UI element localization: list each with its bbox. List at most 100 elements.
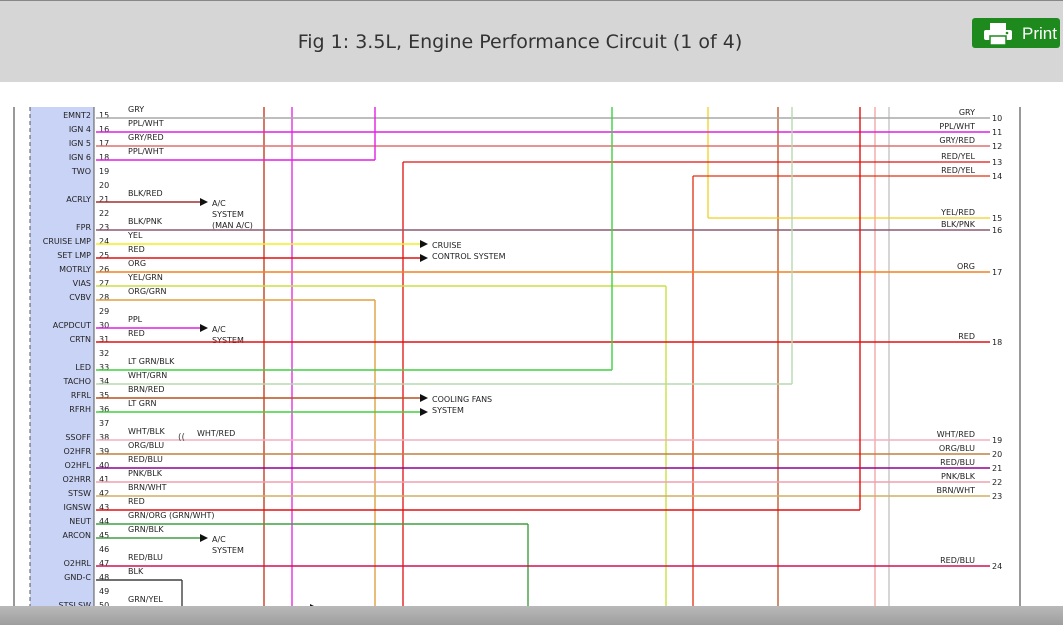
wire-color-label: GRY/RED — [128, 133, 164, 142]
destination-label: CONTROL SYSTEM — [432, 252, 506, 261]
destination-label: A/C — [212, 199, 226, 208]
pcm-pin-name: O2HRL — [64, 559, 92, 568]
wire-color-label: ORG/BLU — [128, 441, 164, 450]
pcm-pin-name: ACPDCUT — [53, 321, 91, 330]
wire-color-label: GRN/ORG (GRN/WHT) — [128, 511, 215, 520]
wire-color-label: GRY — [128, 105, 144, 114]
pcm-pin-name: VIAS — [73, 279, 91, 288]
wire-color-label: GRN/BLK — [128, 525, 164, 534]
right-terminal-number: 20 — [992, 450, 1002, 459]
right-terminal-number: 17 — [992, 268, 1002, 277]
wire-color-label: RED/BLU — [128, 553, 163, 562]
wire-arrow — [420, 254, 428, 262]
wire-color-label: ORG/GRN — [128, 287, 167, 296]
wire-color-label: BLK/RED — [128, 189, 163, 198]
right-terminal-number: 10 — [992, 114, 1002, 123]
pcm-pin-name: CRTN — [70, 335, 91, 344]
wiring-diagram: RED/YEL 13 RED/YEL 14 YEL/RED 15 EMNT2 15 GRY GRY… — [0, 82, 1063, 610]
pcm-pin-name: TWO — [71, 167, 91, 176]
right-wire-label: PPL/WHT — [939, 122, 975, 131]
right-wire-label: YEL/RED — [940, 208, 975, 217]
pcm-pin-number: 20 — [99, 181, 109, 190]
wire-color-label: BRN/RED — [128, 385, 165, 394]
pcm-pin-name: IGNSW — [63, 503, 91, 512]
wire-color-label: BRN/WHT — [128, 483, 167, 492]
pcm-pin-name: SET LMP — [57, 251, 91, 260]
wire-color-label: BLK/PNK — [128, 217, 163, 226]
connector-symbol: (( — [178, 433, 185, 443]
right-wire-label: ORG/BLU — [939, 444, 975, 453]
wiring-diagram-canvas: RED/YEL13RED/YEL14YEL/RED15EMNT2 15GRY GRY… — [13, 105, 1021, 610]
wire-color-label: RED — [128, 329, 145, 338]
right-terminal-number: 21 — [992, 464, 1002, 473]
destination-label: (MAN A/C) — [212, 221, 253, 230]
pcm-pin-name: O2HFL — [65, 461, 92, 470]
right-wire-label: RED/YEL — [941, 152, 975, 161]
pcm-pin-number: 22 — [99, 209, 109, 218]
pcm-pin-number: 49 — [99, 587, 109, 596]
pcm-pin-name: SSOFF — [65, 433, 91, 442]
wire-arrow — [420, 394, 428, 402]
destination-label: COOLING FANS — [432, 395, 492, 404]
destination-label: SYSTEM — [212, 336, 244, 345]
destination-label: SYSTEM — [212, 210, 244, 219]
destination-label: SYSTEM — [432, 406, 464, 415]
right-terminal-number: 12 — [992, 142, 1002, 151]
wire-color-label: LT GRN — [128, 399, 157, 408]
right-wire-label: RED — [958, 332, 975, 341]
wire-arrow — [200, 198, 208, 206]
print-label: Print — [1022, 24, 1057, 43]
pcm-pin-name: FPR — [76, 223, 91, 232]
right-terminal-number: 24 — [992, 562, 1002, 571]
wire-color-label: PNK/BLK — [128, 469, 163, 478]
wire-color-label: LT GRN/BLK — [128, 357, 175, 366]
wire-arrow — [200, 324, 208, 332]
wire-arrow — [200, 534, 208, 542]
wire-color-label: PPL — [128, 315, 143, 324]
pcm-pin-name: RFRH — [69, 405, 91, 414]
pcm-pin-name: IGN 6 — [69, 153, 91, 162]
pcm-pin-name: GND-C — [64, 573, 91, 582]
right-terminal-number: 14 — [992, 172, 1002, 181]
pcm-pin-name: LED — [75, 363, 91, 372]
pcm-pin-name: RFRL — [71, 391, 92, 400]
right-terminal-number: 11 — [992, 128, 1002, 137]
bottom-scroll-bar[interactable] — [0, 606, 1063, 625]
pcm-pin-name: IGN 5 — [69, 139, 91, 148]
destination-label: A/C — [212, 535, 226, 544]
right-terminal-number: 19 — [992, 436, 1002, 445]
wire-color-label: PPL/WHT — [128, 147, 164, 156]
wire-color-label: YEL/GRN — [127, 273, 163, 282]
figure-title: Fig 1: 3.5L, Engine Performance Circuit … — [297, 31, 743, 53]
right-terminal-number: 22 — [992, 478, 1002, 487]
wire-color-label: WHT/RED — [197, 429, 235, 438]
right-wire-label: BRN/WHT — [936, 486, 975, 495]
wire-color-label: RED/BLU — [128, 455, 163, 464]
pcm-pin-name: CRUISE LMP — [43, 237, 91, 246]
pcm-pin-number: 46 — [99, 545, 109, 554]
pcm-pin-name: STSW — [68, 489, 91, 498]
pcm-pin-name: O2HRR — [62, 475, 91, 484]
wire-color-label: WHT/GRN — [128, 371, 167, 380]
destination-label: A/C — [212, 325, 226, 334]
destination-label: CRUISE — [432, 241, 462, 250]
pcm-pin-name: ACRLY — [66, 195, 91, 204]
right-wire-label: PNK/BLK — [941, 472, 976, 481]
pcm-pin-name: IGN 4 — [69, 125, 91, 134]
wire-color-label: RED — [128, 497, 145, 506]
right-wire-label: ORG — [957, 262, 975, 271]
pcm-pin-name: EMNT2 — [63, 111, 91, 120]
destination-label: SYSTEM — [212, 546, 244, 555]
right-wire-label: GRY — [959, 108, 975, 117]
pcm-pin-number: 19 — [99, 167, 109, 176]
right-wire-label: RED/BLU — [940, 458, 975, 467]
wire-arrow — [420, 408, 428, 416]
wire-color-label: WHT/BLK — [128, 427, 165, 436]
pcm-pin-name: TACHO — [63, 377, 92, 386]
figure-header: Fig 1: 3.5L, Engine Performance Circuit … — [0, 0, 1063, 82]
print-button[interactable]: Print — [972, 18, 1060, 48]
wire-color-label: YEL — [127, 231, 143, 240]
pcm-pin-number: 37 — [99, 419, 109, 428]
pcm-pin-name: CVBV — [69, 293, 91, 302]
wire-arrow — [420, 240, 428, 248]
